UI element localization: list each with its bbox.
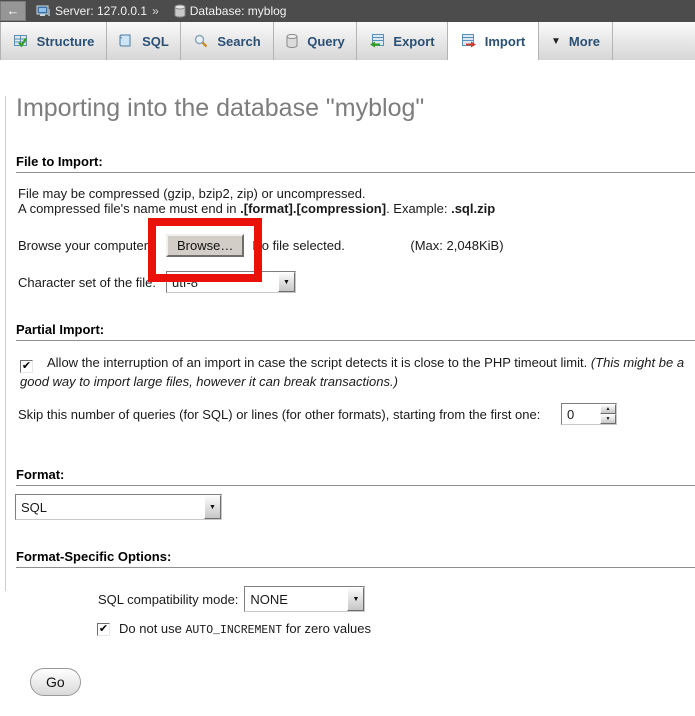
section-heading-format: Format: (16, 467, 695, 486)
allow-interruption-row: ✔ Allow the interruption of an import in … (20, 354, 688, 390)
breadcrumb-database-link[interactable]: Database: myblog (190, 4, 287, 18)
allow-interruption-checkbox[interactable]: ✔ (20, 360, 33, 373)
auto-increment-checkbox[interactable]: ✔ (97, 623, 110, 636)
tab-label: Structure (37, 34, 95, 49)
sql-compatibility-row: SQL compatibility mode: NONE ▼ (98, 586, 695, 612)
section-heading-partial-import: Partial Import: (16, 322, 695, 341)
sql-icon (118, 33, 134, 49)
browse-computer-label: Browse your computer: (18, 238, 166, 253)
server-icon (36, 5, 51, 18)
spinner-down-button[interactable]: ▼ (600, 414, 616, 424)
spinner-buttons: ▲ ▼ (600, 404, 616, 424)
sql-zip-example-bold: .sql.zip (451, 201, 495, 216)
charset-select[interactable]: utf-8 ▼ (166, 271, 296, 293)
spinner-up-button[interactable]: ▲ (600, 404, 616, 414)
line2-mid: . Example: (386, 201, 451, 216)
tab-bar-filler (613, 22, 695, 60)
breadcrumb-server-link[interactable]: Server: 127.0.0.1 (55, 4, 147, 18)
query-icon (285, 33, 299, 49)
format-dropdown-arrow-icon[interactable]: ▼ (204, 495, 221, 519)
phpmyadmin-import-page: ← Server: 127.0.0.1 » Database: myblog (0, 0, 695, 716)
tab-search[interactable]: Search (181, 22, 274, 60)
auto-increment-suffix: for zero values (282, 621, 371, 636)
format-compression-bold: .[format].[compression] (240, 201, 386, 216)
charset-row: Character set of the file: utf-8 ▼ (18, 270, 695, 294)
skip-queries-row: Skip this number of queries (for SQL) or… (18, 402, 695, 426)
skip-queries-value: 0 (562, 404, 600, 424)
import-icon (461, 33, 477, 49)
tab-label: Import (485, 34, 525, 49)
search-icon (193, 33, 209, 49)
file-upload-row: Browse your computer: Browse… No file se… (18, 232, 695, 258)
sql-compatibility-value: NONE (250, 592, 288, 607)
import-content: Importing into the database "myblog" Fil… (0, 94, 695, 696)
compat-dropdown-arrow-icon[interactable]: ▼ (347, 587, 364, 611)
tab-label: Search (217, 34, 260, 49)
compression-info-line1: File may be compressed (gzip, bzip2, zip… (18, 186, 695, 201)
auto-increment-text: Do not use AUTO_INCREMENT for zero value… (119, 621, 371, 637)
tab-label: Query (307, 34, 345, 49)
tab-label: Export (393, 34, 434, 49)
auto-increment-code: AUTO_INCREMENT (186, 624, 283, 637)
back-button[interactable]: ← (0, 1, 26, 21)
format-select[interactable]: SQL ▼ (15, 494, 222, 520)
max-size-text: (Max: 2,048KiB) (410, 238, 503, 253)
go-button[interactable]: Go (30, 668, 81, 696)
tab-label: SQL (142, 34, 169, 49)
format-selected-value: SQL (21, 500, 47, 515)
no-file-selected-text: No file selected. (252, 238, 410, 253)
tab-sql[interactable]: SQL (107, 22, 181, 60)
tab-import[interactable]: Import (448, 22, 539, 60)
section-heading-format-specific-options: Format-Specific Options: (16, 549, 695, 568)
skip-queries-input[interactable]: 0 ▲ ▼ (561, 403, 617, 425)
tab-query[interactable]: Query (274, 22, 357, 60)
database-icon (174, 4, 186, 18)
browse-button[interactable]: Browse… (166, 234, 244, 257)
content-left-border (5, 96, 6, 591)
allow-interruption-text: Allow the interruption of an import in c… (47, 355, 591, 370)
section-heading-file-to-import: File to Import: (16, 154, 695, 173)
charset-label: Character set of the file: (18, 275, 166, 290)
charset-dropdown-arrow-icon[interactable]: ▼ (278, 272, 295, 292)
chevron-down-icon: ▼ (551, 36, 561, 47)
auto-increment-row: ✔ Do not use AUTO_INCREMENT for zero val… (97, 621, 695, 637)
export-icon (369, 33, 385, 49)
auto-increment-prefix: Do not use (119, 621, 186, 636)
tab-label: More (569, 34, 600, 49)
tab-export[interactable]: Export (357, 22, 448, 60)
compression-info-line2: A compressed file's name must end in .[f… (18, 201, 695, 216)
page-title: Importing into the database "myblog" (16, 94, 695, 123)
tab-bar: Structure SQL Search (0, 22, 695, 60)
breadcrumb-separator: » (152, 4, 159, 18)
sql-compatibility-select[interactable]: NONE ▼ (244, 586, 365, 612)
format-select-row: SQL ▼ (15, 494, 695, 520)
charset-selected-value: utf-8 (172, 275, 198, 290)
line2-prefix: A compressed file's name must end in (18, 201, 240, 216)
sql-compatibility-label: SQL compatibility mode: (98, 592, 238, 607)
tab-structure[interactable]: Structure (0, 22, 107, 60)
tab-more[interactable]: ▼ More (539, 22, 613, 60)
skip-queries-label: Skip this number of queries (for SQL) or… (18, 407, 561, 422)
structure-icon (13, 33, 29, 49)
breadcrumb-bar: ← Server: 127.0.0.1 » Database: myblog (0, 0, 695, 22)
